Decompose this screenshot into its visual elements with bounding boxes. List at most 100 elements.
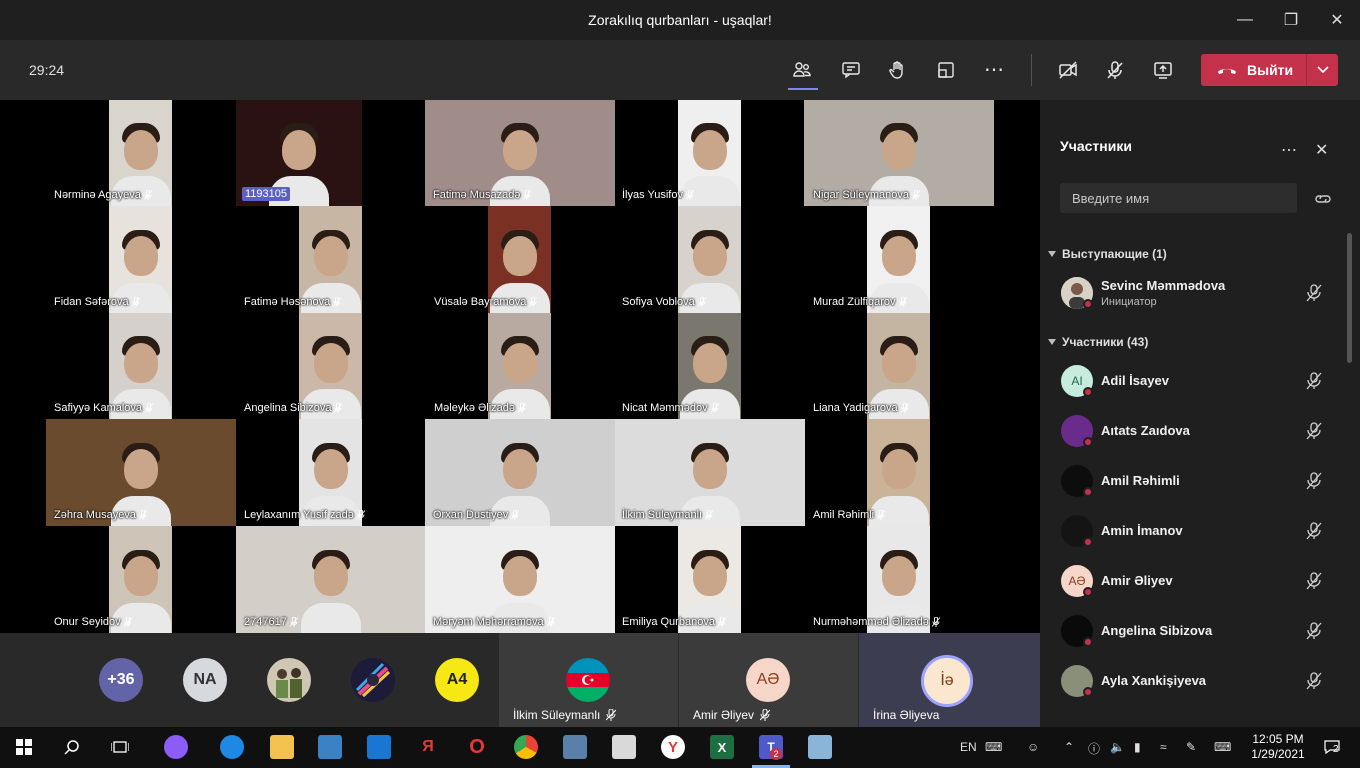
- more-actions-icon[interactable]: ⋯: [978, 54, 1010, 86]
- raise-hand-icon[interactable]: [882, 54, 914, 86]
- participant-row[interactable]: Amin İmanov: [1040, 506, 1360, 556]
- status-busy-dot: [1083, 537, 1093, 547]
- participant-row-presenter[interactable]: Sevinc Məmmədova Инициатор: [1040, 268, 1360, 318]
- notifications-icon[interactable]: [1320, 735, 1344, 759]
- presenters-section-header[interactable]: Выступающие (1): [1048, 247, 1167, 261]
- attendees-section-header[interactable]: Участники (43): [1048, 335, 1148, 349]
- paint-icon[interactable]: [808, 735, 832, 759]
- windows-start-icon[interactable]: [12, 735, 36, 759]
- mic-muted-icon: [356, 510, 365, 520]
- video-tile[interactable]: Fidan Səfərova: [54, 206, 172, 313]
- chrome-icon[interactable]: [514, 735, 538, 759]
- video-tile[interactable]: Leylaxanım Yusif zadə: [244, 419, 365, 526]
- maximize-icon[interactable]: ❐: [1268, 0, 1314, 40]
- participant-row[interactable]: Angelina Sibizova: [1040, 606, 1360, 656]
- video-tile[interactable]: 1193105: [236, 100, 362, 206]
- participant-row[interactable]: Aıtats Zaıdova: [1040, 406, 1360, 456]
- network-computer-icon[interactable]: [563, 735, 587, 759]
- video-tile[interactable]: Məryəm Məhərramova: [425, 526, 615, 633]
- camera-off-icon[interactable]: [1052, 54, 1084, 86]
- file-explorer-icon[interactable]: [270, 735, 294, 759]
- yandex-icon[interactable]: Я: [416, 735, 440, 759]
- strip-avatar-photo[interactable]: [267, 658, 311, 702]
- tray-chevron-up-icon[interactable]: ⌃: [1064, 740, 1074, 754]
- mic-muted-icon: [912, 190, 920, 200]
- overflow-participants-badge[interactable]: +36: [99, 658, 143, 702]
- video-tile[interactable]: Sofiya Voblova: [622, 206, 741, 313]
- excel-icon[interactable]: X: [710, 735, 734, 759]
- taskbar-clock[interactable]: 12:05 PM 1/29/2021: [1247, 732, 1309, 762]
- strip-tile-irina[interactable]: İə İrina Əliyeva: [859, 633, 1040, 727]
- wifi-icon[interactable]: ≈: [1160, 740, 1167, 754]
- video-tile-name: Fatimə Musazadə: [433, 189, 532, 201]
- video-tile[interactable]: 2747617: [236, 526, 426, 633]
- participant-row[interactable]: Ayla Xankişiyeva: [1040, 656, 1360, 706]
- video-tile[interactable]: Emiliya Qurbanova: [622, 526, 741, 633]
- video-tile[interactable]: Murad Zülfiqarov: [813, 206, 930, 313]
- video-tile[interactable]: Orxan Dustiyev: [425, 419, 615, 526]
- video-tile[interactable]: Zəhra Musayeva: [46, 419, 236, 526]
- video-tile-name: Fatimə Həsənova: [244, 296, 342, 308]
- participant-row[interactable]: Amil Rəhimli: [1040, 456, 1360, 506]
- strip-tile-ilkim[interactable]: İlkim Süleymanlı: [499, 633, 678, 727]
- video-tile[interactable]: İlkim Süleymanlı: [615, 419, 805, 526]
- volume-icon[interactable]: 🔈: [1110, 740, 1125, 754]
- panel-more-icon[interactable]: ⋯: [1281, 140, 1301, 160]
- participant-name: Adil İsayev: [1101, 373, 1169, 388]
- microsoft-store-icon[interactable]: [318, 735, 342, 759]
- chat-icon[interactable]: [835, 54, 867, 86]
- video-tile[interactable]: Məleykə Əlizadə: [434, 313, 551, 419]
- panel-scrollbar[interactable]: [1347, 233, 1352, 363]
- people-icon[interactable]: ☺: [1027, 740, 1039, 754]
- help-icon[interactable]: ⓘ: [1088, 740, 1100, 757]
- leave-button[interactable]: Выйти: [1201, 54, 1338, 86]
- task-view-icon[interactable]: [108, 735, 132, 759]
- video-tile[interactable]: Nurməhəmməd Əlizadə: [813, 526, 940, 633]
- documents-icon[interactable]: [612, 735, 636, 759]
- video-tile[interactable]: Liana Yadigarova: [813, 313, 930, 419]
- alice-assistant-icon[interactable]: [164, 735, 188, 759]
- video-tile[interactable]: Safiyyə Kamalova: [54, 313, 172, 419]
- strip-tile-amir[interactable]: AƏ Amir Əliyev: [679, 633, 858, 727]
- battery-icon[interactable]: ▮: [1134, 740, 1141, 754]
- edge-browser-icon[interactable]: [220, 735, 244, 759]
- video-tile[interactable]: İlyas Yusifov: [622, 100, 741, 206]
- breakout-rooms-icon[interactable]: [930, 54, 962, 86]
- video-tile[interactable]: Nərminə Agayeva: [54, 100, 172, 206]
- strip-tile-avatar-speaking: İə: [921, 655, 973, 707]
- strip-avatar-rainbow[interactable]: [351, 658, 395, 702]
- video-tile[interactable]: Nigar Süleymanova: [804, 100, 994, 206]
- participant-row[interactable]: AI Adil İsayev: [1040, 356, 1360, 406]
- share-invite-link-icon[interactable]: [1312, 190, 1334, 208]
- minimize-icon[interactable]: —: [1222, 0, 1268, 40]
- mic-muted-icon: [1306, 622, 1322, 640]
- close-window-icon[interactable]: ✕: [1314, 0, 1360, 40]
- video-tile[interactable]: Angelina Sibizova: [244, 313, 362, 419]
- mail-icon[interactable]: [367, 735, 391, 759]
- video-tile[interactable]: Amil Rəhimli: [813, 419, 930, 526]
- strip-avatar-na[interactable]: NA: [183, 658, 227, 702]
- leave-options-chevron-down-icon[interactable]: [1307, 54, 1338, 86]
- search-icon[interactable]: [60, 735, 84, 759]
- video-tile[interactable]: Nicat Məmmədov: [622, 313, 741, 419]
- yandex-browser-icon[interactable]: Y: [661, 735, 685, 759]
- video-tile[interactable]: Vüsalə Bayramova: [434, 206, 551, 313]
- video-tile[interactable]: Onur Seyidov: [54, 526, 172, 633]
- share-screen-icon[interactable]: [1147, 54, 1179, 86]
- participants-icon[interactable]: [786, 54, 818, 86]
- panel-close-icon[interactable]: ✕: [1315, 140, 1335, 160]
- participants-panel: Участники ⋯ ✕ Выступающие (1) Sevinc Məm…: [1040, 100, 1360, 727]
- touch-keyboard-icon[interactable]: ⌨: [1214, 740, 1231, 754]
- leave-main-button[interactable]: Выйти: [1201, 54, 1306, 86]
- participant-search-input[interactable]: [1060, 183, 1297, 213]
- video-tile[interactable]: Fatimə Musazadə: [425, 100, 615, 206]
- video-tile[interactable]: Fatimə Həsənova: [244, 206, 362, 313]
- pen-icon[interactable]: ✎: [1186, 740, 1196, 754]
- language-indicator[interactable]: EN: [960, 740, 977, 754]
- participant-row[interactable]: AƏ Amir Əliyev: [1040, 556, 1360, 606]
- participant-name: Amil Rəhimli: [1101, 473, 1180, 488]
- opera-icon[interactable]: O: [465, 735, 489, 759]
- mic-off-icon[interactable]: [1099, 54, 1131, 86]
- strip-avatar-a4[interactable]: A4: [435, 658, 479, 702]
- keyboard-icon[interactable]: ⌨: [985, 740, 1002, 754]
